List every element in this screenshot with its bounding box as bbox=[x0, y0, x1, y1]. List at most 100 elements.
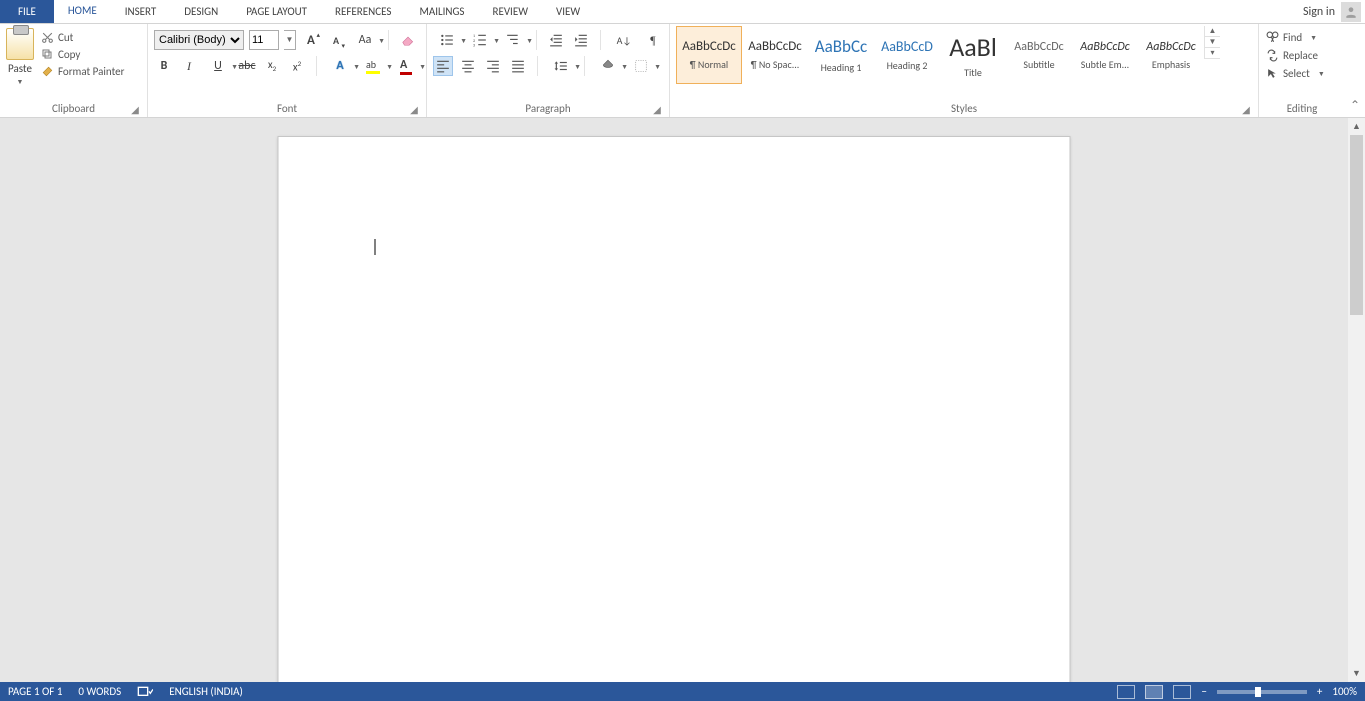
tab-home[interactable]: HOME bbox=[54, 0, 111, 23]
style-tile-emphasis[interactable]: AaBbCcDcEmphasis bbox=[1138, 26, 1204, 84]
tab-mailings[interactable]: MAILINGS bbox=[405, 0, 478, 23]
tab-references[interactable]: REFERENCES bbox=[321, 0, 405, 23]
bullets-icon bbox=[440, 33, 454, 47]
highlight-icon: ab bbox=[366, 58, 380, 74]
find-button[interactable]: Find ▼ bbox=[1265, 30, 1325, 44]
style-tile---normal[interactable]: AaBbCcDc¶ Normal bbox=[676, 26, 742, 84]
zoom-in-button[interactable]: + bbox=[1317, 685, 1322, 698]
document-page[interactable] bbox=[278, 136, 1071, 682]
show-marks-button[interactable]: ¶ bbox=[643, 30, 663, 50]
scroll-down-button[interactable]: ▼ bbox=[1348, 665, 1365, 682]
zoom-slider[interactable] bbox=[1217, 690, 1307, 694]
style-tile-title[interactable]: AaBlTitle bbox=[940, 26, 1006, 84]
justify-button[interactable] bbox=[508, 56, 528, 76]
subscript-button[interactable]: x2 bbox=[262, 56, 282, 76]
tab-insert[interactable]: INSERT bbox=[111, 0, 171, 23]
style-tile-heading-2[interactable]: AaBbCcDHeading 2 bbox=[874, 26, 940, 84]
underline-button[interactable]: U▼ bbox=[204, 56, 232, 76]
align-left-button[interactable] bbox=[433, 56, 453, 76]
scroll-thumb[interactable] bbox=[1350, 135, 1363, 315]
find-icon bbox=[1265, 30, 1279, 44]
select-button[interactable]: Select ▼ bbox=[1265, 66, 1325, 80]
format-painter-button[interactable]: Format Painter bbox=[40, 64, 124, 78]
clipboard-group-label: Clipboard bbox=[52, 102, 95, 115]
paste-label: Paste bbox=[8, 62, 32, 75]
text-effects-button[interactable]: A▼ bbox=[326, 56, 354, 76]
style-preview: AaBbCcDc bbox=[682, 39, 736, 54]
tab-view[interactable]: VIEW bbox=[542, 0, 594, 23]
borders-button[interactable]: ▼ bbox=[627, 56, 655, 76]
select-dropdown-icon[interactable]: ▼ bbox=[1318, 69, 1325, 78]
styles-more-button[interactable]: ▾ bbox=[1205, 48, 1220, 59]
tab-design[interactable]: DESIGN bbox=[170, 0, 232, 23]
find-dropdown-icon[interactable]: ▼ bbox=[1310, 33, 1317, 42]
increase-indent-button[interactable] bbox=[571, 30, 591, 50]
style-preview: AaBbCcDc bbox=[1014, 40, 1063, 54]
grow-font-button[interactable]: A▴ bbox=[301, 30, 321, 50]
style-tile-subtitle[interactable]: AaBbCcDcSubtitle bbox=[1006, 26, 1072, 84]
style-tile---no-spac---[interactable]: AaBbCcDc¶ No Spac... bbox=[742, 26, 808, 84]
shading-button[interactable]: ▼ bbox=[594, 56, 622, 76]
superscript-button[interactable]: x2 bbox=[287, 56, 307, 76]
zoom-slider-knob[interactable] bbox=[1255, 687, 1261, 697]
collapse-ribbon-button[interactable]: ⌃ bbox=[1345, 24, 1365, 117]
align-right-button[interactable] bbox=[483, 56, 503, 76]
bullets-button[interactable]: ▼ bbox=[433, 30, 461, 50]
sign-in[interactable]: Sign in bbox=[1303, 0, 1365, 23]
align-center-icon bbox=[461, 59, 475, 73]
multilevel-list-button[interactable]: ▼ bbox=[499, 30, 527, 50]
sort-button[interactable]: A↓ bbox=[610, 30, 638, 50]
style-tile-heading-1[interactable]: AaBbCcHeading 1 bbox=[808, 26, 874, 84]
font-dialog-launcher[interactable]: ◢ bbox=[408, 103, 420, 115]
scroll-up-button[interactable]: ▲ bbox=[1348, 118, 1365, 135]
print-layout-button[interactable] bbox=[1145, 685, 1163, 699]
zoom-level[interactable]: 100% bbox=[1332, 685, 1357, 698]
paragraph-dialog-launcher[interactable]: ◢ bbox=[651, 103, 663, 115]
highlight-button[interactable]: ab▼ bbox=[359, 56, 387, 76]
paste-dropdown-icon[interactable]: ▼ bbox=[17, 77, 24, 86]
copy-label: Copy bbox=[58, 48, 80, 61]
clipboard-dialog-launcher[interactable]: ◢ bbox=[129, 103, 141, 115]
scroll-track[interactable] bbox=[1348, 135, 1365, 665]
clear-formatting-button[interactable] bbox=[398, 30, 418, 50]
web-layout-button[interactable] bbox=[1173, 685, 1191, 699]
font-name-select[interactable]: Calibri (Body) bbox=[154, 30, 244, 50]
styles-scroll-down[interactable]: ▼ bbox=[1205, 37, 1220, 48]
bold-button[interactable]: B bbox=[154, 56, 174, 76]
styles-scroll-up[interactable]: ▲ bbox=[1205, 26, 1220, 37]
font-size-input[interactable] bbox=[249, 30, 279, 50]
italic-button[interactable]: I bbox=[179, 56, 199, 76]
eraser-icon bbox=[401, 33, 415, 47]
paste-button[interactable]: Paste ▼ bbox=[6, 26, 34, 86]
styles-scroll: ▲ ▼ ▾ bbox=[1204, 26, 1220, 59]
decrease-indent-icon bbox=[549, 33, 563, 47]
tab-page-layout[interactable]: PAGE LAYOUT bbox=[232, 0, 321, 23]
language[interactable]: ENGLISH (INDIA) bbox=[169, 685, 243, 698]
read-mode-button[interactable] bbox=[1117, 685, 1135, 699]
replace-button[interactable]: Replace bbox=[1265, 48, 1325, 62]
word-count[interactable]: 0 WORDS bbox=[78, 685, 121, 698]
tab-file[interactable]: FILE bbox=[0, 0, 54, 23]
decrease-indent-button[interactable] bbox=[546, 30, 566, 50]
font-color-button[interactable]: A▼ bbox=[392, 56, 420, 76]
line-spacing-button[interactable]: ▼ bbox=[547, 56, 575, 76]
zoom-out-button[interactable]: − bbox=[1201, 685, 1206, 698]
copy-button[interactable]: Copy bbox=[40, 47, 124, 61]
shrink-font-button[interactable]: A▾ bbox=[326, 30, 346, 50]
numbering-button[interactable]: 123▼ bbox=[466, 30, 494, 50]
align-center-button[interactable] bbox=[458, 56, 478, 76]
tab-review[interactable]: REVIEW bbox=[478, 0, 542, 23]
strikethrough-button[interactable]: abc bbox=[237, 56, 257, 76]
style-tile-subtle-em---[interactable]: AaBbCcDcSubtle Em... bbox=[1072, 26, 1138, 84]
page-count[interactable]: PAGE 1 OF 1 bbox=[8, 685, 62, 698]
styles-dialog-launcher[interactable]: ◢ bbox=[1240, 103, 1252, 115]
shading-icon bbox=[601, 59, 615, 73]
font-size-dropdown[interactable]: ▼ bbox=[284, 30, 296, 50]
cut-button[interactable]: Cut bbox=[40, 30, 124, 44]
style-preview: AaBbCcDc bbox=[1146, 40, 1195, 54]
editing-group-label: Editing bbox=[1287, 102, 1318, 115]
change-case-button[interactable]: Aa▼ bbox=[351, 30, 379, 50]
vertical-scrollbar[interactable]: ▲ ▼ bbox=[1348, 118, 1365, 682]
spellcheck-icon[interactable] bbox=[137, 686, 153, 698]
document-canvas[interactable] bbox=[0, 118, 1348, 682]
